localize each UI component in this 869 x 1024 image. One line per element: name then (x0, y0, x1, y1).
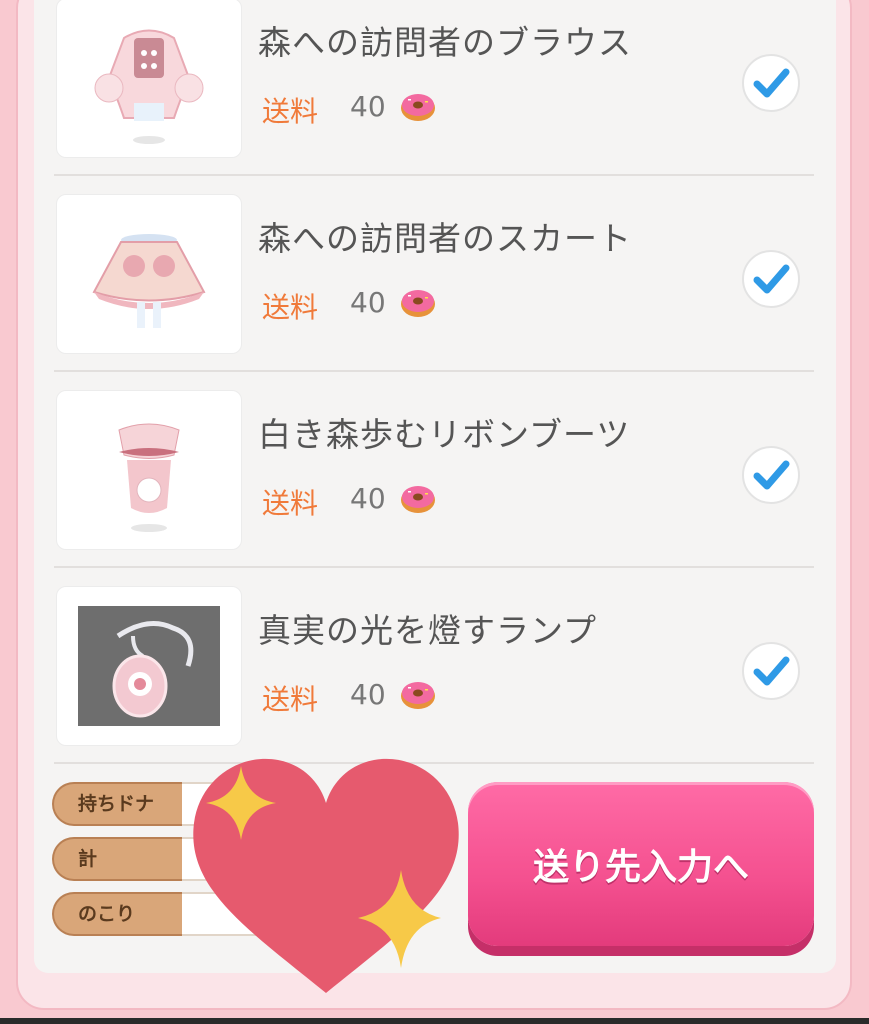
shipping-fee-value: 40 (350, 286, 386, 319)
donut-icon (401, 682, 435, 709)
list-item: 森への訪問者のスカート 送料 40 (54, 194, 814, 390)
item-select-checkbox[interactable] (742, 54, 800, 112)
remaining-label: のこり (52, 892, 188, 936)
check-icon (753, 656, 790, 686)
shipping-fee-value: 40 (350, 678, 386, 711)
divider (54, 566, 814, 568)
item-select-checkbox[interactable] (742, 446, 800, 504)
proceed-to-address-button[interactable]: 送り先入力へ (468, 782, 814, 946)
item-name: 森への訪問者のスカート (258, 219, 632, 258)
shipping-fee-label: 送料 (262, 487, 319, 520)
shipping-fee-value: 40 (350, 90, 386, 123)
check-icon (753, 68, 790, 98)
skirt-image (92, 234, 206, 328)
blouse-image (94, 29, 204, 144)
item-name: 白き森歩むリボンブーツ (258, 415, 631, 454)
donut-icon (401, 290, 435, 317)
donut-icon (401, 486, 435, 513)
heart-sticker (193, 758, 459, 993)
shipping-fee-label: 送料 (262, 291, 319, 324)
list-item: 森への訪問者のブラウス 送料 40 (54, 0, 814, 194)
shipping-fee-label: 送料 (262, 95, 319, 128)
divider (54, 370, 814, 372)
divider (54, 174, 814, 176)
total-label: 計 (52, 837, 188, 881)
boots-image (118, 423, 180, 532)
item-thumbnail-blouse (56, 0, 242, 158)
donut-icon (401, 94, 435, 121)
list-item: 白き森歩むリボンブーツ 送料 40 (54, 390, 814, 586)
item-thumbnail-skirt (56, 194, 242, 354)
owned-donuts-label: 持ちドナ (52, 782, 188, 826)
check-icon (753, 264, 790, 294)
screen-bottom-edge (0, 1018, 869, 1024)
item-name: 森への訪問者のブラウス (258, 23, 632, 62)
item-name: 真実の光を燈すランプ (258, 611, 598, 650)
item-thumbnail-boots (56, 390, 242, 550)
item-select-checkbox[interactable] (742, 250, 800, 308)
shipping-fee-label: 送料 (262, 683, 319, 716)
lamp-image (78, 606, 220, 726)
check-icon (753, 460, 790, 490)
item-thumbnail-lamp (56, 586, 242, 746)
item-select-checkbox[interactable] (742, 642, 800, 700)
shipping-fee-value: 40 (350, 482, 386, 515)
